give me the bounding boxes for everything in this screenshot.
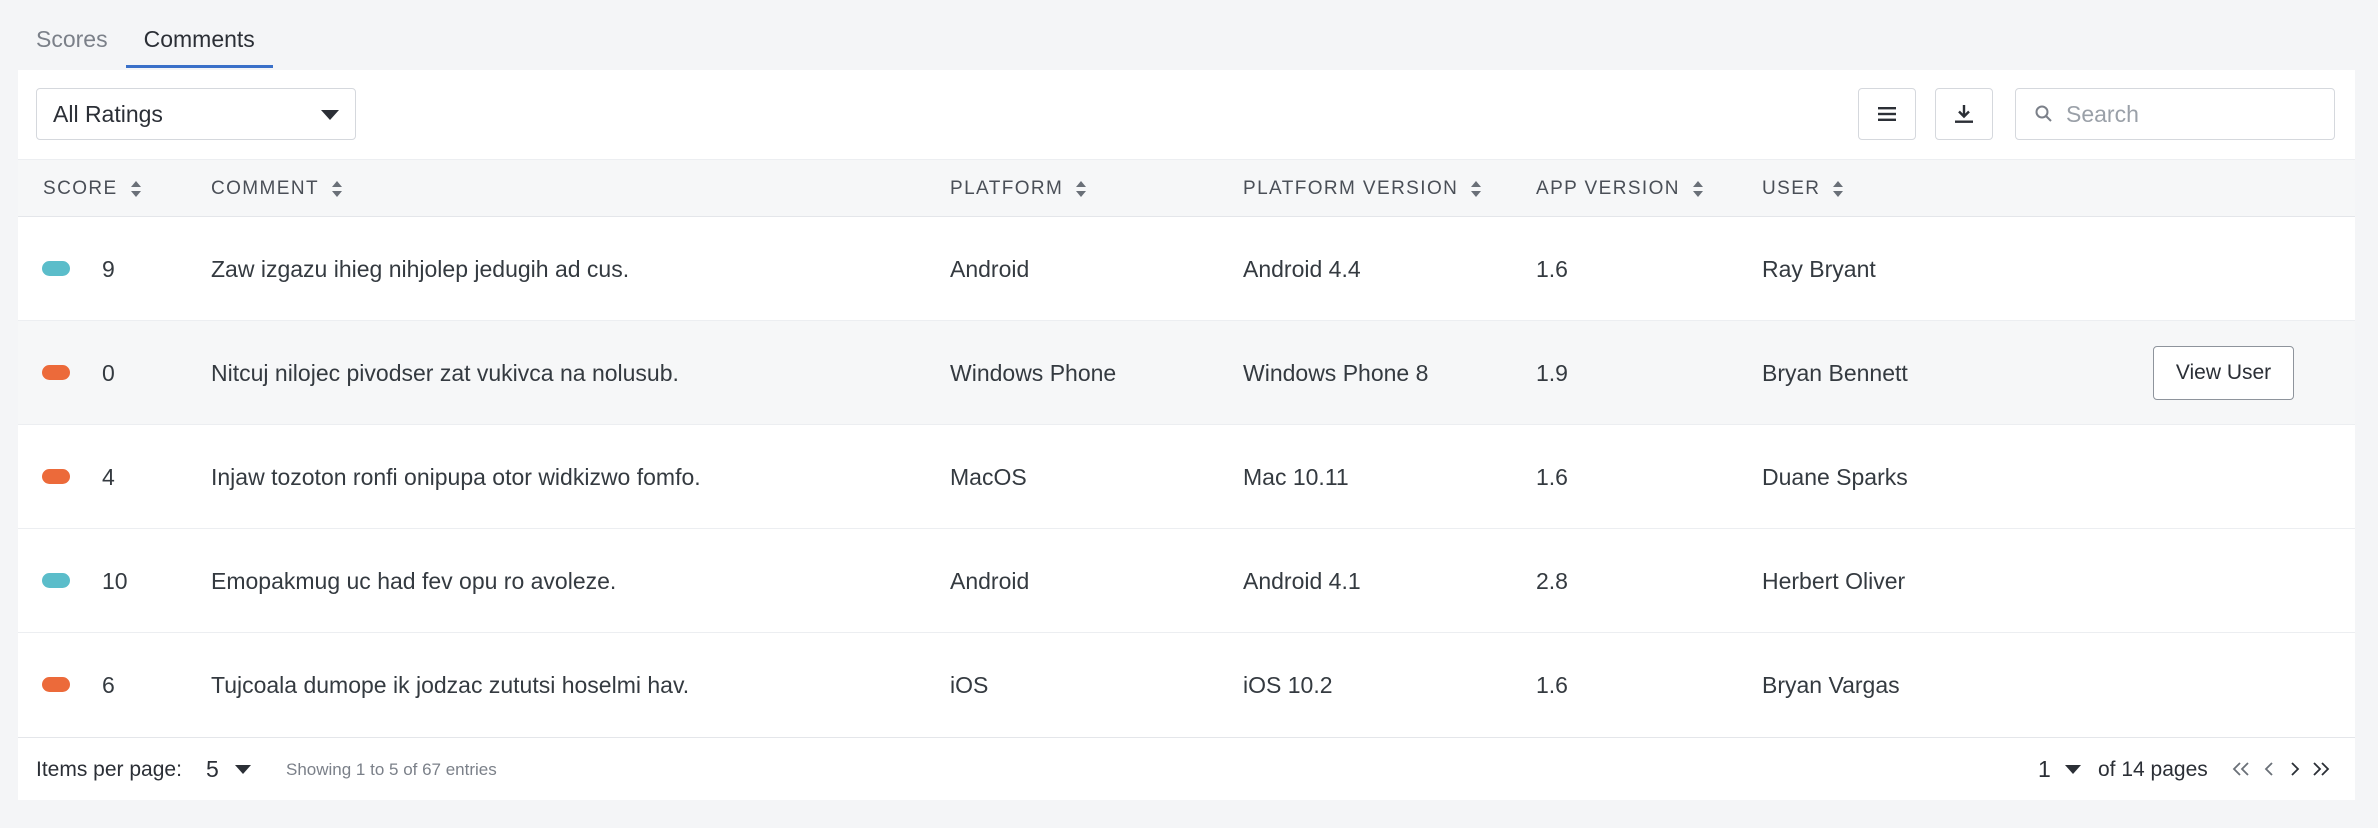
comment-cell: Nitcuj nilojec pivodser zat vukivca na n…: [211, 359, 679, 386]
list-view-button[interactable]: [1858, 88, 1916, 140]
tab-bar: Scores Comments: [18, 0, 273, 68]
comment-cell: Zaw izgazu ihieg nihjolep jedugih ad cus…: [211, 255, 630, 282]
sort-icon: [1833, 181, 1844, 197]
search-icon: [2035, 105, 2052, 122]
score-indicator: [42, 573, 70, 588]
header-user[interactable]: USER: [1762, 160, 1844, 218]
app-version-cell: 1.6: [1536, 463, 1568, 490]
sort-icon: [1471, 181, 1482, 197]
table-row[interactable]: 6 Tujcoala dumope ik jodzac zututsi hose…: [18, 633, 2355, 737]
table-row[interactable]: 0 Nitcuj nilojec pivodser zat vukivca na…: [18, 321, 2355, 425]
table-row[interactable]: 9 Zaw izgazu ihieg nihjolep jedugih ad c…: [18, 217, 2355, 321]
comment-cell: Tujcoala dumope ik jodzac zututsi hoselm…: [211, 671, 690, 698]
items-per-page-select[interactable]: 5: [206, 738, 251, 801]
score-indicator: [42, 261, 70, 276]
items-per-page-label: Items per page:: [36, 757, 182, 781]
score-cell: 0: [102, 359, 115, 386]
app-version-cell: 1.9: [1536, 359, 1568, 386]
table-footer: Items per page: 5 Showing 1 to 5 of 67 e…: [18, 737, 2355, 800]
platform-cell: MacOS: [950, 463, 1027, 490]
tab-comments[interactable]: Comments: [125, 26, 273, 68]
header-platform[interactable]: PLATFORM: [950, 160, 1087, 218]
sort-icon: [1076, 181, 1087, 197]
user-cell: Duane Sparks: [1762, 463, 1908, 490]
header-platform-version[interactable]: PLATFORM VERSION: [1243, 160, 1482, 218]
user-cell: Bryan Vargas: [1762, 671, 1900, 698]
download-button[interactable]: [1935, 88, 1993, 140]
user-cell: Bryan Bennett: [1762, 359, 1908, 386]
chevron-double-right-icon: [2313, 762, 2330, 776]
score-indicator: [42, 677, 70, 692]
download-icon: [1955, 105, 1973, 123]
sort-icon: [331, 181, 342, 197]
platform-cell: Windows Phone: [950, 359, 1117, 386]
platform-version-cell: iOS 10.2: [1243, 671, 1333, 698]
comment-cell: Emopakmug uc had fev opu ro avoleze.: [211, 567, 617, 594]
platform-cell: Android: [950, 567, 1030, 594]
score-indicator: [42, 469, 70, 484]
platform-version-cell: Android 4.4: [1243, 255, 1361, 282]
score-cell: 10: [102, 567, 128, 594]
tab-scores[interactable]: Scores: [18, 26, 126, 68]
page-select[interactable]: 1: [2038, 738, 2081, 801]
comment-cell: Injaw tozoton ronfi onipupa otor widkizw…: [211, 463, 701, 490]
list-icon: [1878, 107, 1896, 121]
table-body: 9 Zaw izgazu ihieg nihjolep jedugih ad c…: [18, 217, 2355, 737]
showing-entries-text: Showing 1 to 5 of 67 entries: [286, 759, 497, 779]
comments-card: All Ratings SCORE: [18, 70, 2355, 800]
table-header: SCORE COMMENT PLATFORM PLATFORM VERSION …: [18, 159, 2355, 217]
search-box: [2015, 88, 2335, 140]
app-version-cell: 2.8: [1536, 567, 1568, 594]
table-row[interactable]: 10 Emopakmug uc had fev opu ro avoleze. …: [18, 529, 2355, 633]
rating-filter-select[interactable]: All Ratings: [36, 88, 356, 140]
previous-page-button[interactable]: [2256, 756, 2282, 782]
score-cell: 9: [102, 255, 115, 282]
score-indicator: [42, 365, 70, 380]
header-app-version[interactable]: APP VERSION: [1536, 160, 1704, 218]
view-user-button[interactable]: View User: [2153, 346, 2294, 400]
total-pages-text: of 14 pages: [2098, 757, 2208, 781]
platform-version-cell: Windows Phone 8: [1243, 359, 1429, 386]
app-version-cell: 1.6: [1536, 255, 1568, 282]
app-version-cell: 1.6: [1536, 671, 1568, 698]
user-cell: Ray Bryant: [1762, 255, 1876, 282]
chevron-down-icon: [234, 765, 251, 774]
user-cell: Herbert Oliver: [1762, 567, 1906, 594]
chevron-double-left-icon: [2232, 762, 2249, 776]
next-page-button[interactable]: [2282, 756, 2308, 782]
header-comment[interactable]: COMMENT: [211, 160, 343, 218]
score-cell: 6: [102, 671, 115, 698]
table-row[interactable]: 4 Injaw tozoton ronfi onipupa otor widki…: [18, 425, 2355, 529]
sort-icon: [130, 181, 141, 197]
search-input[interactable]: [2066, 100, 2326, 128]
platform-cell: iOS: [950, 671, 989, 698]
first-page-button[interactable]: [2228, 756, 2254, 782]
last-page-button[interactable]: [2308, 756, 2334, 782]
platform-version-cell: Android 4.1: [1243, 567, 1361, 594]
header-score[interactable]: SCORE: [43, 160, 142, 218]
items-per-page-value: 5: [206, 756, 219, 782]
chevron-right-icon: [2291, 762, 2300, 776]
score-cell: 4: [102, 463, 115, 490]
sort-icon: [1692, 181, 1703, 197]
current-page-value: 1: [2038, 756, 2051, 782]
chevron-down-icon: [321, 110, 339, 120]
rating-filter-value: All Ratings: [53, 100, 163, 127]
chevron-down-icon: [2064, 765, 2081, 774]
chevron-left-icon: [2264, 762, 2273, 776]
platform-cell: Android: [950, 255, 1030, 282]
toolbar: All Ratings: [18, 70, 2355, 159]
platform-version-cell: Mac 10.11: [1243, 463, 1349, 490]
